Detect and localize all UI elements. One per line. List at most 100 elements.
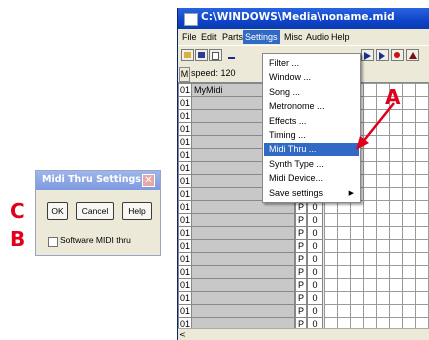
track-channel: 0 <box>307 239 323 253</box>
track-channel: 0 <box>307 213 323 227</box>
metronome-icon <box>409 52 417 59</box>
annotation-c: C <box>10 199 25 223</box>
track-number: 01 <box>178 278 192 292</box>
step-button[interactable] <box>376 49 389 61</box>
annotation-b: B <box>10 227 26 251</box>
midi-thru-dialog: Midi Thru Settings ✕ OK Cancel Help Soft… <box>35 170 161 256</box>
new-button[interactable] <box>209 49 222 61</box>
software-midi-thru-checkbox[interactable] <box>48 237 58 247</box>
track-name <box>191 213 295 227</box>
track-name <box>191 239 295 253</box>
track-number: 01 <box>178 83 192 97</box>
track-name <box>191 252 295 266</box>
settings-menu-item[interactable]: Filter ... <box>264 57 359 70</box>
track-name <box>191 226 295 240</box>
settings-menu-item-label: Effects ... <box>269 115 307 126</box>
play-icon <box>364 52 371 60</box>
track-number: 01 <box>178 265 192 279</box>
track-p-flag: P <box>295 278 307 292</box>
header-m-label: M <box>179 67 190 82</box>
title-bar[interactable]: C:\WINDOWS\Media\noname.mid <box>178 8 429 29</box>
settings-menu-item-label: Timing ... <box>269 130 306 140</box>
track-number: 01 <box>178 187 192 201</box>
settings-menu-item-label: Song ... <box>269 86 301 97</box>
horizontal-scrollbar[interactable]: < <box>178 328 429 340</box>
track-number: 01 <box>178 161 192 175</box>
settings-menu-item-label: Window ... <box>269 72 312 83</box>
annotation-a: A <box>385 85 401 109</box>
track-channel: 0 <box>307 226 323 240</box>
track-number: 01 <box>178 239 192 253</box>
track-number: 01 <box>178 200 192 214</box>
close-icon[interactable]: ✕ <box>142 174 155 187</box>
track-channel: 0 <box>307 304 323 318</box>
scroll-left-icon[interactable]: < <box>179 330 188 339</box>
settings-menu-item[interactable]: Effects ... <box>264 115 359 128</box>
help-button[interactable]: Help <box>122 202 152 220</box>
track-channel: 0 <box>307 252 323 266</box>
settings-menu-item-label: Midi Device... <box>269 173 324 184</box>
submenu-arrow-icon: ▶ <box>348 189 354 197</box>
settings-menu-item-label: Filter ... <box>269 58 300 68</box>
menu-misc[interactable]: Misc <box>282 30 305 44</box>
folder-icon <box>184 52 191 58</box>
track-number: 01 <box>178 174 192 188</box>
settings-menu-item[interactable]: Midi Thru ... <box>264 143 359 157</box>
menu-edit[interactable]: Edit <box>199 30 219 44</box>
menu-audio[interactable]: Audio <box>304 30 331 44</box>
page-icon <box>212 52 219 60</box>
settings-menu-item[interactable]: Midi Device... <box>264 172 359 185</box>
track-p-flag: P <box>295 226 307 240</box>
window-title: C:\WINDOWS\Media\noname.mid <box>201 11 395 23</box>
app-icon <box>184 13 198 26</box>
open-button[interactable] <box>181 49 194 61</box>
track-number: 01 <box>178 96 192 110</box>
settings-menu-item-label: Synth Type ... <box>269 158 324 169</box>
step-icon <box>379 52 385 60</box>
ok-button[interactable]: OK <box>47 202 68 220</box>
settings-menu-item[interactable]: Save settings ▶ <box>264 187 359 200</box>
track-name <box>191 278 295 292</box>
track-number: 01 <box>178 148 192 162</box>
track-p-flag: P <box>295 304 307 318</box>
settings-menu-item-label: Midi Thru ... <box>269 144 317 155</box>
track-p-flag: P <box>295 252 307 266</box>
track-p-flag: P <box>295 239 307 253</box>
settings-menu-item[interactable]: Song ... <box>264 86 359 99</box>
menu-file[interactable]: File <box>180 30 199 44</box>
settings-menu-item[interactable]: Window ... <box>264 71 359 84</box>
metronome-button[interactable] <box>406 49 419 61</box>
track-channel: 0 <box>307 278 323 292</box>
track-channel: 0 <box>307 291 323 305</box>
speed-label: speed: 120 <box>191 68 236 78</box>
settings-menu-item[interactable]: Synth Type ... <box>264 158 359 171</box>
note-button[interactable] <box>226 49 239 61</box>
track-number: 01 <box>178 291 192 305</box>
track-number: 01 <box>178 109 192 123</box>
menu-settings[interactable]: Settings <box>243 30 280 44</box>
settings-menu-item[interactable]: Timing ... <box>264 129 359 142</box>
track-number: 01 <box>178 226 192 240</box>
track-number: 01 <box>178 122 192 136</box>
menu-parts[interactable]: Parts <box>220 30 245 44</box>
settings-menu-item-label: Metronome ... <box>269 101 325 112</box>
track-name <box>191 304 295 318</box>
record-icon <box>394 52 400 58</box>
track-number: 01 <box>178 304 192 318</box>
track-p-flag: P <box>295 213 307 227</box>
track-number: 01 <box>178 135 192 149</box>
save-button[interactable] <box>195 49 208 61</box>
record-button[interactable] <box>391 49 404 61</box>
disk-icon <box>198 52 205 58</box>
settings-menu-item[interactable]: Metronome ... <box>264 100 359 113</box>
play-button[interactable] <box>361 49 374 61</box>
cancel-button[interactable]: Cancel <box>76 202 114 220</box>
track-name <box>191 265 295 279</box>
track-number: 01 <box>178 252 192 266</box>
menu-bar: File Edit Parts Settings Misc Audio Help <box>178 29 429 45</box>
menu-help[interactable]: Help <box>329 30 352 44</box>
settings-menu-item-label: Save settings <box>269 187 324 198</box>
track-channel: 0 <box>307 265 323 279</box>
dialog-title-bar[interactable]: Midi Thru Settings ✕ <box>36 171 160 190</box>
track-number: 01 <box>178 213 192 227</box>
